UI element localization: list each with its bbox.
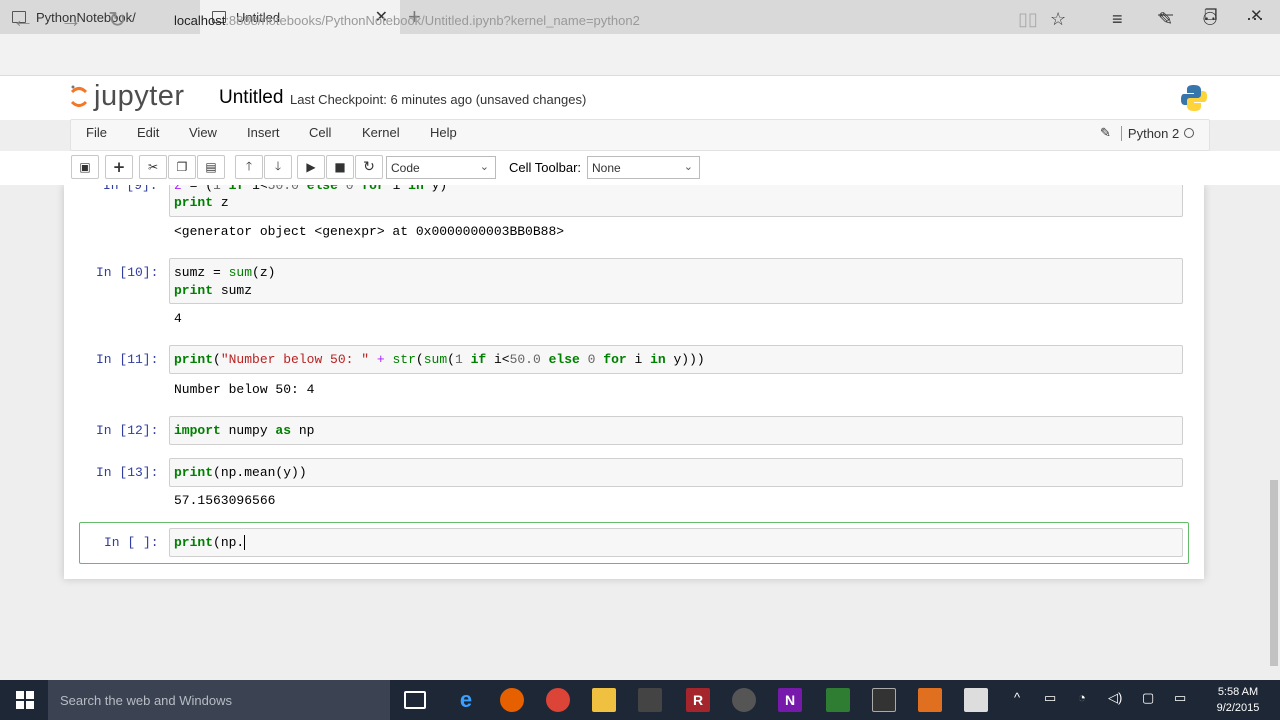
command-prompt-icon[interactable] (872, 688, 896, 712)
copy-icon[interactable]: ❐ (168, 155, 196, 179)
spreadsheet-app-icon[interactable] (826, 688, 850, 712)
code-cell-input[interactable] (169, 528, 1183, 557)
volume-icon[interactable]: ◁) (1108, 690, 1122, 706)
clock-time: 5:58 AM (1217, 686, 1259, 698)
python-logo-icon (1181, 85, 1207, 111)
cut-icon[interactable]: ✂ (139, 155, 167, 179)
jupyter-logo-text[interactable]: jupyter (94, 80, 185, 113)
cell-toolbar-select[interactable]: None ⌄ (587, 156, 700, 179)
cell-output: <generator object <genexpr> at 0x0000000… (174, 224, 565, 239)
address-bar-region (0, 34, 1280, 76)
cell-prompt: In [11]: (96, 352, 159, 367)
more-icon[interactable]: ⋯ (1246, 9, 1264, 30)
r-app-icon[interactable]: R (686, 688, 710, 712)
insert-cell-icon[interactable]: + (105, 155, 133, 179)
code-line: print(np.mean(y)) (174, 465, 307, 480)
kernel-indicator[interactable]: ✎ Python 2 (1100, 125, 1195, 141)
code-line: print("Number below 50: " + str(sum(1 if… (174, 352, 705, 367)
cell-type-value: Code (391, 161, 420, 175)
keyboard-icon[interactable]: ▭ (1174, 690, 1186, 706)
menu-file[interactable]: File (86, 125, 107, 140)
windows-start-icon[interactable] (16, 691, 34, 709)
cell-output: 4 (174, 311, 182, 326)
url-host: localhost (174, 13, 226, 28)
code-cell-input[interactable] (169, 458, 1183, 487)
edge-icon[interactable]: e (454, 687, 478, 712)
app-icon[interactable] (964, 688, 988, 712)
web-note-icon[interactable]: ✎ (1158, 9, 1173, 30)
save-icon[interactable]: ▣ (71, 155, 99, 179)
matlab-icon[interactable] (918, 688, 942, 712)
address-input[interactable]: localhost:8888/notebooks/PythonNotebook/… (174, 13, 640, 28)
menu-help[interactable]: Help (430, 125, 457, 140)
battery-icon[interactable]: ▭ (1044, 690, 1056, 706)
notebook-title[interactable]: Untitled (219, 87, 283, 109)
app-icon[interactable] (732, 688, 756, 712)
code-line: z = (1 if i<50.0 else 0 for i in y) (174, 185, 448, 193)
taskbar-clock[interactable]: 5:58 AM 9/2/2015 (1208, 684, 1268, 716)
menu-bar (70, 119, 1210, 151)
code-line: sumz = sum(z) (174, 265, 276, 280)
cell-output: Number below 50: 4 (174, 382, 315, 397)
firefox-icon[interactable] (500, 688, 524, 712)
interrupt-kernel-icon[interactable]: ■ (326, 155, 354, 179)
cell-prompt: In [13]: (96, 465, 159, 480)
menu-insert[interactable]: Insert (247, 125, 280, 140)
favorite-star-icon[interactable]: ☆ (1050, 9, 1066, 30)
back-icon[interactable]: ← (12, 8, 34, 32)
search-placeholder: Search the web and Windows (60, 693, 232, 708)
jupyter-logo-icon[interactable] (70, 84, 88, 110)
chevron-down-icon: ⌄ (479, 161, 489, 173)
action-center-icon[interactable]: ▢ (1142, 690, 1154, 706)
cell-toolbar-value: None (592, 161, 621, 175)
menu-edit[interactable]: Edit (137, 125, 159, 140)
move-down-icon[interactable]: 🡓 (264, 155, 292, 179)
network-icon[interactable]: ◔ (1078, 690, 1086, 705)
url-path: :8888/notebooks/PythonNotebook/Untitled.… (225, 13, 640, 28)
cell-prompt: In [12]: (96, 423, 159, 438)
jupyter-header (0, 76, 1280, 120)
cell-prompt: In [10]: (96, 265, 159, 280)
cell-type-select[interactable]: Code ⌄ (386, 156, 496, 179)
restart-kernel-icon[interactable]: ↻ (355, 155, 383, 179)
menu-cell[interactable]: Cell (309, 125, 331, 140)
move-up-icon[interactable]: 🡑 (235, 155, 263, 179)
code-line: import numpy as np (174, 423, 315, 438)
code-cell-input[interactable] (169, 416, 1183, 445)
checkpoint-status: Last Checkpoint: 6 minutes ago (unsaved … (290, 92, 587, 107)
code-line: print sumz (174, 283, 253, 298)
clock-date: 9/2/2015 (1216, 702, 1260, 714)
file-explorer-icon[interactable] (592, 688, 616, 712)
refresh-icon[interactable]: ↻ (108, 8, 126, 32)
chevron-down-icon: ⌄ (683, 161, 693, 173)
chevron-up-icon[interactable]: ^ (1014, 690, 1020, 705)
cell-prompt: In [ ]: (104, 535, 159, 550)
forward-icon[interactable]: → (60, 8, 82, 32)
kernel-name: Python 2 (1120, 125, 1179, 141)
reading-view-icon[interactable]: ▯▯ (1018, 9, 1038, 30)
menu-view[interactable]: View (189, 125, 217, 140)
store-icon[interactable] (638, 688, 662, 712)
run-cell-icon[interactable]: ▶ (297, 155, 325, 179)
onenote-icon[interactable]: N (778, 688, 802, 712)
hub-icon[interactable]: ≡ (1112, 9, 1123, 30)
code-line: print z (174, 195, 229, 210)
cell-prompt: In [9]: (103, 185, 158, 193)
cell-toolbar-label: Cell Toolbar: (509, 160, 582, 175)
cell-output: 57.1563096566 (174, 493, 276, 508)
paste-icon[interactable]: ▤ (197, 155, 225, 179)
edit-mode-pencil-icon: ✎ (1100, 125, 1111, 140)
share-icon[interactable]: ⚇ (1202, 9, 1218, 30)
text-cursor (244, 535, 246, 551)
notebook-scroll-area[interactable]: In [9]: z = (1 if i<50.0 else 0 for i in… (0, 185, 1268, 680)
code-cell-input[interactable] (169, 258, 1183, 304)
scrollbar-thumb[interactable] (1270, 480, 1278, 666)
kernel-idle-icon (1184, 128, 1195, 138)
task-view-icon[interactable] (404, 691, 426, 709)
menu-kernel[interactable]: Kernel (362, 125, 400, 140)
code-line: print(np. (174, 535, 246, 551)
chrome-icon[interactable] (546, 688, 570, 712)
